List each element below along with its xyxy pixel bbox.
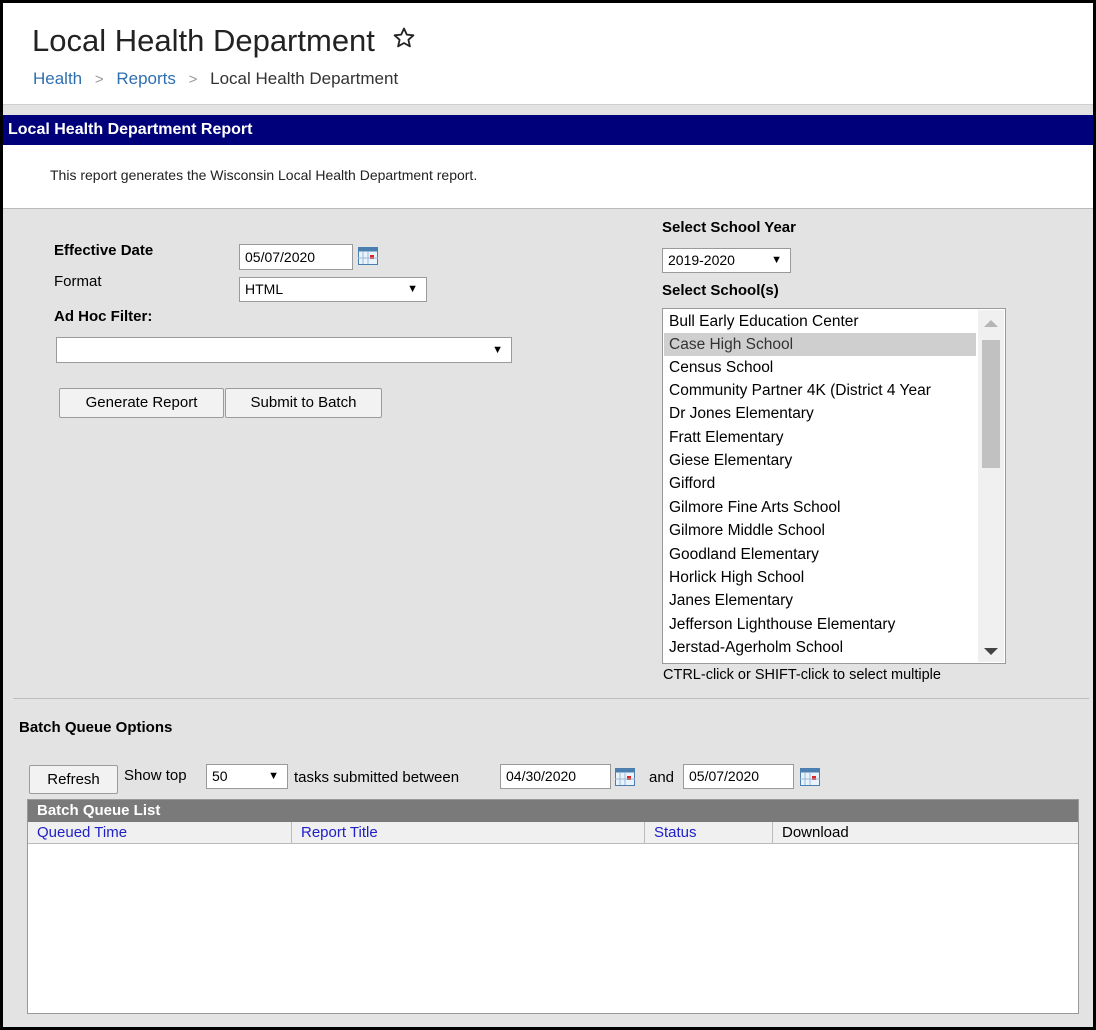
and-label: and [649, 769, 675, 786]
format-label: Format [54, 273, 102, 290]
dropdown-arrow-icon: ▼ [407, 283, 418, 295]
section-divider [13, 698, 1089, 699]
page-title-text: Local Health Department [32, 23, 375, 58]
school-list-item[interactable]: Jerstad-Agerholm School [664, 636, 976, 659]
submit-to-batch-button[interactable]: Submit to Batch [225, 388, 382, 418]
school-list-item[interactable]: Dr Jones Elementary [664, 402, 976, 425]
star-icon[interactable] [392, 22, 416, 58]
school-list-item[interactable]: Gifford [664, 472, 976, 495]
column-report-title[interactable]: Report Title [292, 822, 645, 843]
refresh-button[interactable]: Refresh [29, 765, 118, 794]
scroll-down-arrow-icon[interactable] [984, 648, 998, 655]
generate-report-button[interactable]: Generate Report [59, 388, 224, 418]
school-list-item-selected[interactable]: Case High School [664, 333, 976, 356]
report-description-panel: This report generates the Wisconsin Loca… [3, 145, 1093, 209]
batch-queue-list: Batch Queue List Queued Time Report Titl… [27, 799, 1079, 1014]
dropdown-arrow-icon: ▼ [268, 770, 279, 782]
school-list-item[interactable]: Census School [664, 356, 976, 379]
page-header: Local Health Department Health > Reports… [3, 3, 1093, 105]
multi-select-hint: CTRL-click or SHIFT-click to select mult… [663, 667, 941, 683]
school-list-item[interactable]: Horlick High School [664, 566, 976, 589]
between-label: tasks submitted between [294, 769, 460, 786]
school-list-item[interactable]: Giese Elementary [664, 449, 976, 472]
school-list-item[interactable]: Community Partner 4K (District 4 Year [664, 379, 976, 402]
report-description: This report generates the Wisconsin Loca… [50, 167, 478, 183]
end-date-input[interactable]: 05/07/2020 [683, 764, 794, 789]
school-year-value: 2019-2020 [668, 252, 735, 268]
school-year-select[interactable]: 2019-2020 ▼ [662, 248, 791, 273]
adhoc-filter-select[interactable]: ▼ [56, 337, 512, 363]
dropdown-arrow-icon: ▼ [492, 344, 503, 356]
breadcrumb-reports[interactable]: Reports [116, 69, 176, 88]
start-date-input[interactable]: 04/30/2020 [500, 764, 611, 789]
breadcrumb-current: Local Health Department [210, 69, 399, 88]
batch-queue-options-label: Batch Queue Options [19, 719, 173, 736]
calendar-icon[interactable] [800, 768, 820, 786]
effective-date-label: Effective Date [54, 242, 154, 259]
scroll-up-arrow-icon[interactable] [984, 320, 998, 327]
calendar-icon[interactable] [358, 247, 378, 265]
column-queued-time[interactable]: Queued Time [28, 822, 292, 843]
breadcrumb-separator-icon: > [188, 71, 198, 88]
breadcrumb-health[interactable]: Health [33, 69, 82, 88]
show-top-select[interactable]: 50 ▼ [206, 764, 288, 789]
school-list-item[interactable]: Fratt Elementary [664, 426, 976, 449]
show-top-label: Show top [124, 767, 187, 784]
breadcrumb-separator-icon: > [94, 71, 104, 88]
school-list-item[interactable]: Gilmore Fine Arts School [664, 496, 976, 519]
school-list-item[interactable]: Bull Early Education Center [664, 310, 976, 333]
school-list-item[interactable]: Jefferson Lighthouse Elementary [664, 613, 976, 636]
school-year-label: Select School Year [662, 219, 796, 236]
page-title: Local Health Department [32, 23, 416, 61]
effective-date-input[interactable]: 05/07/2020 [239, 244, 353, 270]
format-select-value: HTML [245, 281, 284, 297]
school-list-scrollbar[interactable] [978, 310, 1004, 662]
calendar-icon[interactable] [615, 768, 635, 786]
app-window: Local Health Department Health > Reports… [0, 0, 1096, 1030]
dropdown-arrow-icon: ▼ [771, 254, 782, 266]
column-download: Download [782, 824, 849, 841]
format-select[interactable]: HTML ▼ [239, 277, 427, 302]
batch-queue-list-title: Batch Queue List [28, 800, 1078, 822]
batch-queue-columns: Queued Time Report Title Status Download [28, 822, 1078, 844]
column-status[interactable]: Status [645, 822, 773, 843]
breadcrumb: Health > Reports > Local Health Departme… [33, 69, 398, 89]
adhoc-filter-label: Ad Hoc Filter: [54, 308, 153, 325]
school-list-label: Select School(s) [662, 282, 779, 299]
school-list-item[interactable]: Janes Elementary [664, 589, 976, 612]
report-title-bar: Local Health Department Report [3, 115, 1093, 145]
school-list[interactable]: Bull Early Education Center Case High Sc… [662, 308, 1006, 664]
show-top-value: 50 [212, 768, 228, 784]
scrollbar-thumb[interactable] [982, 340, 1000, 468]
school-list-item[interactable]: Goodland Elementary [664, 543, 976, 566]
school-list-item[interactable]: Gilmore Middle School [664, 519, 976, 542]
